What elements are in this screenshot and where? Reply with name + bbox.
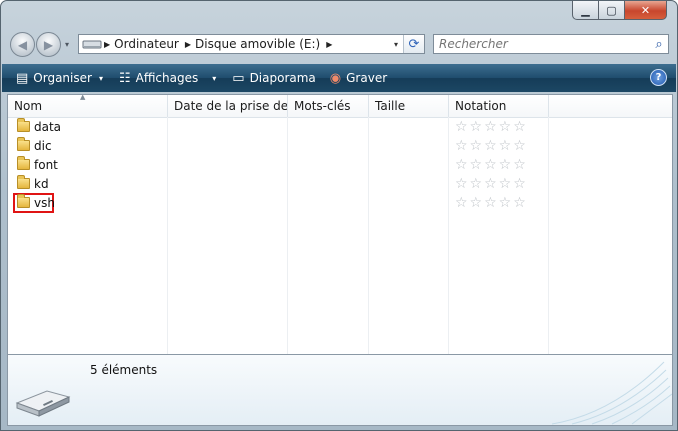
views-icon: ☷ [118,70,131,86]
address-dropdown-icon[interactable]: ▾ [389,40,403,49]
file-list: data ☆☆☆☆☆ dic ☆☆☆☆☆ font ☆☆☆☆☆ kd ☆☆☆☆☆ [8,118,672,213]
column-size[interactable]: Taille [369,95,449,117]
slideshow-icon: ▭ [232,70,245,86]
burn-label: Graver [346,71,388,85]
folder-icon [17,175,30,189]
views-button[interactable]: ☷ Affichages ▾ [109,64,222,92]
maximize-button[interactable]: ▢ [599,1,625,20]
forward-button[interactable]: ▶ [36,32,61,57]
slideshow-label: Diaporama [249,71,316,85]
recent-pages-dropdown[interactable]: ▾ [62,40,72,49]
list-item-dic[interactable]: dic ☆☆☆☆☆ [8,137,672,156]
sort-ascending-icon: ▲ [80,95,86,101]
slideshow-button[interactable]: ▭ Diaporama [222,64,322,92]
file-name: data [34,120,62,134]
address-bar[interactable]: ▶ Ordinateur ▶ Disque amovible (E:) ▶ ▾ … [78,34,425,54]
file-name: vsh [34,196,55,210]
organize-icon: ▤ [16,70,29,86]
folder-icon [17,137,30,151]
column-rating[interactable]: Notation [449,95,549,117]
forward-arrow-icon: ▶ [43,37,54,52]
search-box: ⌕ [433,34,669,54]
rating-stars[interactable]: ☆☆☆☆☆ [455,157,528,173]
minimize-button[interactable]: ▁ [572,1,599,20]
views-label: Affichages [135,71,199,85]
organize-label: Organiser [33,71,92,85]
file-name: font [34,158,58,172]
breadcrumb-ordinateur[interactable]: Ordinateur [110,37,185,51]
list-item-vsh[interactable]: vsh ☆☆☆☆☆ [8,193,672,213]
help-button[interactable]: ? [650,69,667,86]
column-name[interactable]: ▲ Nom [8,95,168,117]
rating-stars[interactable]: ☆☆☆☆☆ [455,195,528,211]
rating-stars[interactable]: ☆☆☆☆☆ [455,138,528,154]
column-date-taken[interactable]: Date de la prise de ... [168,95,288,117]
file-name: dic [34,139,52,153]
back-arrow-icon: ◀ [17,37,28,52]
folder-icon [17,118,30,132]
command-bar: ▤ Organiser ▾ ☷ Affichages ▾ ▭ Diaporama… [2,64,676,92]
burn-button[interactable]: ◉ Graver [322,64,393,92]
drive-icon [82,40,102,49]
title-bar-controls: ▁ ▢ ✕ [572,1,667,20]
navigation-buttons: ◀ ▶ ▾ [10,32,72,57]
folder-icon [17,194,30,208]
column-name-label: Nom [14,99,43,113]
refresh-button[interactable]: ⟳ [403,35,424,53]
search-icon[interactable]: ⌕ [650,37,668,52]
column-tags[interactable]: Mots-clés [288,95,369,117]
column-headers: ▲ Nom Date de la prise de ... Mots-clés … [8,95,672,118]
removable-drive-icon [15,390,71,417]
search-input[interactable] [434,36,650,52]
rating-stars[interactable]: ☆☆☆☆☆ [455,119,528,135]
list-item-font[interactable]: font ☆☆☆☆☆ [8,156,672,175]
list-item-data[interactable]: data ☆☆☆☆☆ [8,118,672,137]
back-button[interactable]: ◀ [10,32,35,57]
chevron-down-icon: ▾ [212,73,217,83]
file-name: kd [34,177,49,191]
list-item-kd[interactable]: kd ☆☆☆☆☆ [8,175,672,194]
decorative-swoosh [551,361,672,425]
close-button[interactable]: ✕ [625,1,667,20]
explorer-window: ▁ ▢ ✕ ◀ ▶ ▾ ▶ Ordinateur ▶ Disque amovib… [0,0,678,431]
details-pane: 5 éléments [7,355,673,426]
file-list-pane: ▲ Nom Date de la prise de ... Mots-clés … [7,94,673,355]
item-count: 5 éléments [90,363,158,377]
rating-stars[interactable]: ☆☆☆☆☆ [455,176,528,192]
folder-icon [17,156,30,170]
burn-disc-icon: ◉ [329,70,342,86]
breadcrumb-separator-icon[interactable]: ▶ [326,40,332,49]
organize-button[interactable]: ▤ Organiser ▾ [2,64,109,92]
breadcrumb-removable-disk[interactable]: Disque amovible (E:) [191,37,326,51]
chevron-down-icon: ▾ [98,73,103,83]
